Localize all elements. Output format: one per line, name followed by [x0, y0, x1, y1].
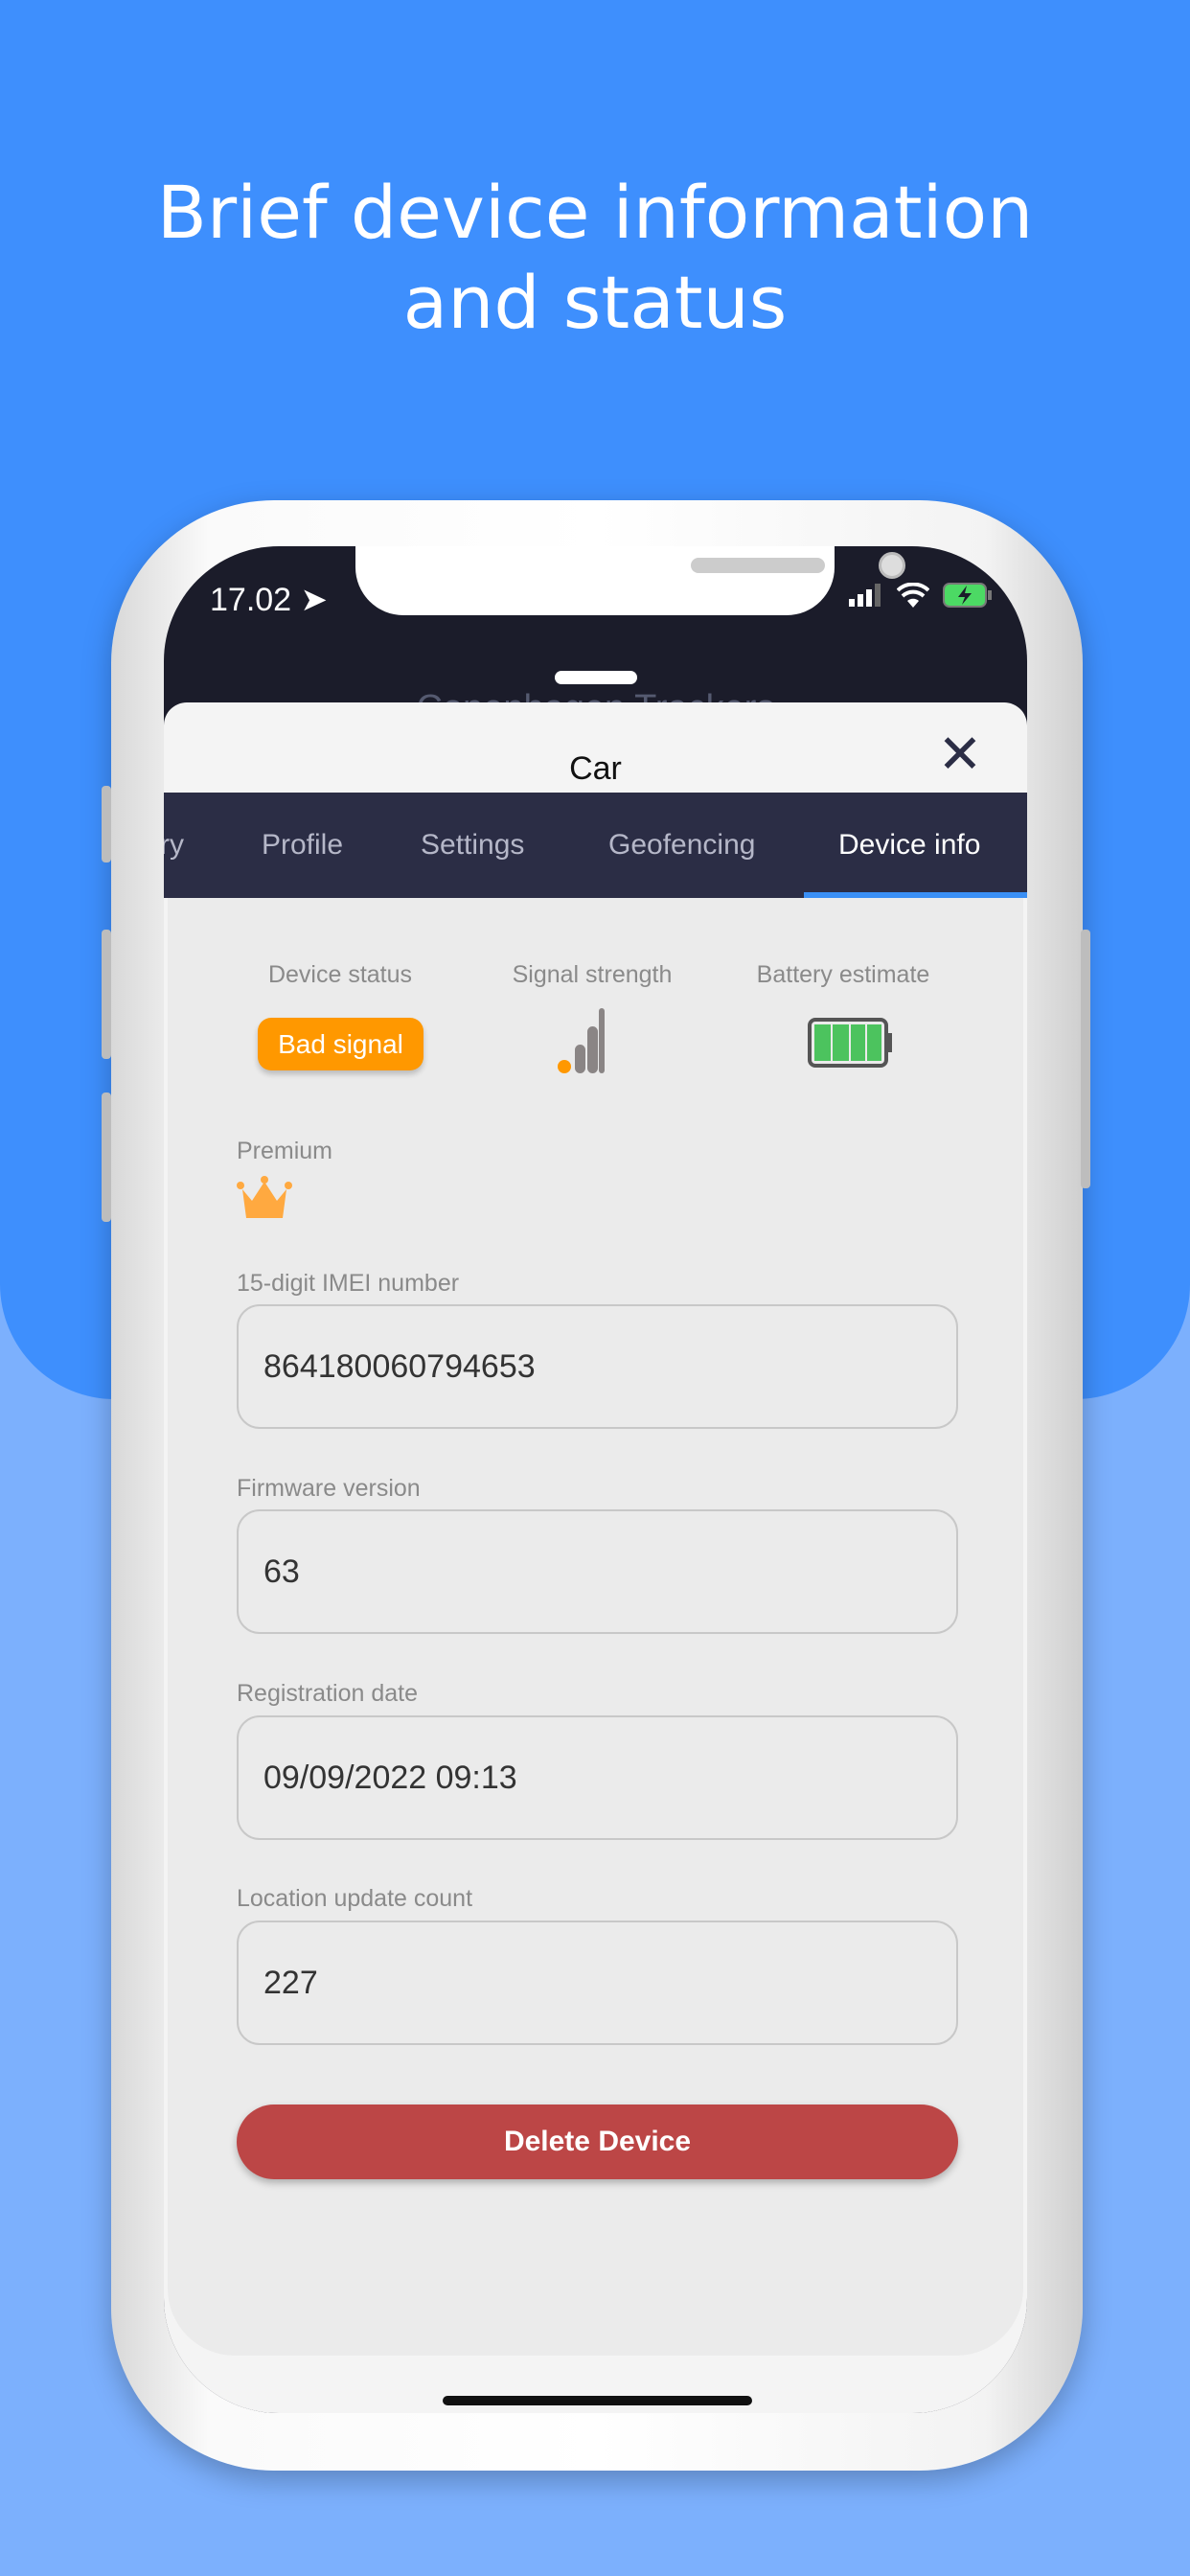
headline-line-1: Brief device information	[156, 170, 1034, 255]
camera	[879, 552, 905, 579]
mute-switch	[102, 786, 111, 862]
status-time: 17.02 ➤	[210, 581, 328, 619]
headline-line-2: and status	[402, 260, 788, 345]
time-text: 17.02	[210, 582, 292, 618]
close-button[interactable]: ✕	[931, 725, 989, 783]
device-sheet: Car ✕ ry Profile Settings Geofencing Dev…	[164, 702, 1027, 2413]
volume-up-button	[102, 930, 111, 1059]
home-indicator[interactable]	[443, 2396, 752, 2405]
tab-geofencing[interactable]: Geofencing	[608, 829, 755, 862]
phone-screen: 17.02 ➤ Copenhagen Trackers Car ✕ ry Pro…	[164, 546, 1027, 2413]
speaker	[691, 558, 825, 573]
wifi-icon	[897, 583, 929, 608]
imei-label: 15-digit IMEI number	[237, 1270, 460, 1297]
tab-device-info[interactable]: Device info	[838, 829, 980, 862]
battery-estimate-label: Battery estimate	[756, 961, 930, 988]
location-count-field[interactable]: 227	[237, 1920, 958, 2045]
battery-full-icon	[808, 1018, 892, 1068]
battery-charging-icon	[943, 583, 992, 608]
power-button	[1081, 930, 1090, 1188]
signal-strength-icon	[558, 1008, 605, 1073]
cellular-signal-icon	[849, 584, 881, 607]
firmware-label: Firmware version	[237, 1475, 421, 1502]
tab-profile[interactable]: Profile	[262, 829, 343, 862]
close-icon: ✕	[937, 724, 983, 784]
sheet-grabber[interactable]	[555, 671, 637, 684]
location-count-label: Location update count	[237, 1885, 473, 1912]
volume-down-button	[102, 1092, 111, 1222]
status-badge: Bad signal	[258, 1018, 423, 1070]
imei-field[interactable]: 864180060794653	[237, 1304, 958, 1429]
signal-strength-label: Signal strength	[512, 961, 673, 988]
firmware-field[interactable]: 63	[237, 1509, 958, 1634]
premium-label: Premium	[237, 1138, 333, 1164]
tab-bar: ry Profile Settings Geofencing Device in…	[164, 793, 1027, 898]
status-icons	[849, 583, 993, 608]
registration-date-label: Registration date	[237, 1680, 419, 1707]
tab-history[interactable]: ry	[164, 829, 184, 862]
tab-settings[interactable]: Settings	[421, 829, 524, 862]
crown-icon	[237, 1176, 292, 1218]
headline: Brief device information and status	[0, 168, 1190, 348]
sheet-title: Car	[569, 750, 622, 787]
registration-date-field[interactable]: 09/09/2022 09:13	[237, 1715, 958, 1840]
device-info-card: Device status Signal strength Battery es…	[168, 898, 1023, 2356]
delete-device-button[interactable]: Delete Device	[237, 2104, 958, 2179]
notch	[355, 546, 905, 615]
device-status-label: Device status	[267, 961, 413, 988]
location-arrow-icon: ➤	[300, 582, 329, 618]
